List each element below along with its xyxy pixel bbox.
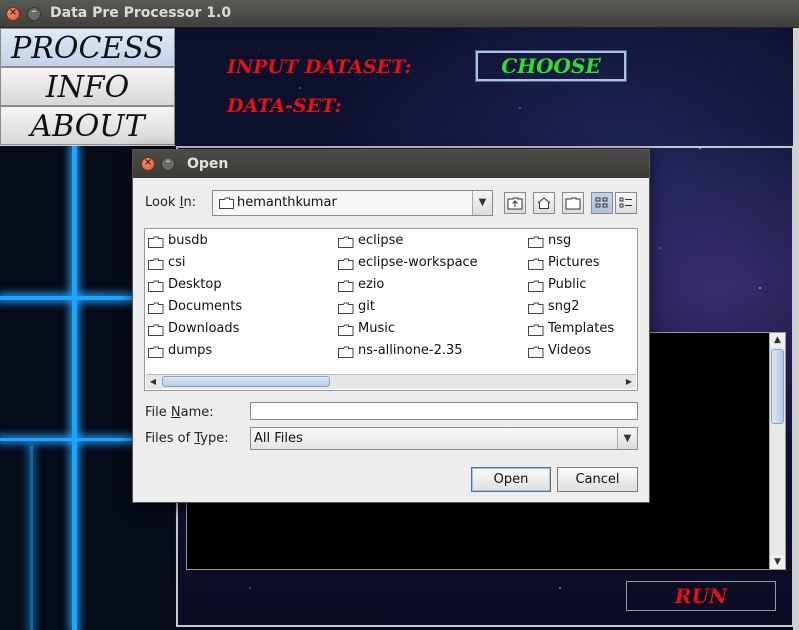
file-name: Documents: [168, 299, 243, 314]
input-dataset-label: INPUT DATASET:: [227, 56, 412, 78]
up-folder-icon[interactable]: [504, 192, 526, 214]
files-of-type-combobox[interactable]: All Files ▼: [250, 427, 638, 450]
folder-icon: [148, 258, 164, 274]
file-name: Templates: [548, 321, 615, 336]
dialog-title: Open: [187, 156, 229, 172]
folder-icon: [148, 302, 164, 318]
scroll-right-icon[interactable]: ▶: [622, 375, 636, 389]
folder-icon: [148, 236, 164, 252]
scrollbar-thumb[interactable]: [162, 376, 330, 387]
choose-button[interactable]: CHOOSE: [475, 50, 627, 82]
file-name: nsg: [548, 233, 572, 248]
folder-icon: [338, 258, 354, 274]
file-name: ezio: [358, 277, 385, 292]
file-name: eclipse: [358, 233, 404, 248]
files-of-type-label: Files of Type:: [145, 431, 229, 446]
home-icon[interactable]: [533, 192, 555, 214]
new-folder-icon[interactable]: [562, 192, 584, 214]
output-vertical-scrollbar[interactable]: ▲ ▼: [769, 333, 785, 569]
folder-icon: [148, 346, 164, 362]
scroll-left-icon[interactable]: ◀: [146, 375, 160, 389]
open-button[interactable]: Open: [471, 467, 551, 492]
file-name: git: [358, 299, 375, 314]
folder-icon: [338, 280, 354, 296]
cancel-button[interactable]: Cancel: [557, 467, 638, 492]
dialog-minimize-icon[interactable]: –: [161, 156, 175, 171]
file-name: Public: [548, 277, 587, 292]
folder-icon: [528, 302, 544, 318]
file-name: csi: [168, 255, 186, 270]
dialog-titlebar: × – Open: [133, 150, 649, 178]
look-in-label: Look In:: [145, 195, 197, 210]
files-of-type-value: All Files: [254, 431, 303, 446]
look-in-combobox[interactable]: hemanthkumar ▼: [212, 190, 493, 216]
scroll-up-icon[interactable]: ▲: [770, 333, 785, 347]
run-button[interactable]: RUN: [626, 581, 776, 611]
folder-icon: [338, 302, 354, 318]
chevron-down-icon[interactable]: ▼: [617, 428, 637, 449]
folder-icon: [528, 280, 544, 296]
process-button[interactable]: PROCESS: [0, 28, 175, 67]
folder-icon: [219, 197, 234, 209]
details-view-icon[interactable]: [615, 192, 637, 214]
scrollbar-thumb[interactable]: [771, 349, 784, 424]
minimize-icon[interactable]: –: [27, 6, 41, 21]
file-name: Downloads: [168, 321, 240, 336]
folder-icon: [148, 280, 164, 296]
folder-icon: [338, 236, 354, 252]
window-title: Data Pre Processor 1.0: [50, 5, 232, 21]
file-name: dumps: [168, 343, 213, 358]
folder-icon: [338, 324, 354, 340]
file-name: Desktop: [168, 277, 222, 292]
scroll-down-icon[interactable]: ▼: [770, 555, 785, 569]
close-icon[interactable]: ×: [6, 7, 20, 21]
dataset-label: DATA-SET:: [227, 95, 342, 117]
open-file-dialog: × – Open Look In: hemanthkumar ▼ Videos T…: [132, 149, 650, 503]
about-button[interactable]: ABOUT: [0, 106, 175, 145]
folder-icon: [528, 324, 544, 340]
file-name-input[interactable]: [250, 402, 638, 420]
window-titlebar: × – Data Pre Processor 1.0: [0, 0, 799, 28]
folder-icon: [528, 258, 544, 274]
file-list-horizontal-scrollbar[interactable]: ◀ ▶: [146, 374, 636, 389]
side-menu: PROCESS INFO ABOUT: [0, 28, 175, 146]
chevron-down-icon[interactable]: ▼: [472, 191, 492, 215]
folder-icon: [528, 236, 544, 252]
look-in-value: hemanthkumar: [237, 195, 337, 210]
file-name-label: File Name:: [145, 405, 214, 420]
file-name: sng2: [548, 299, 580, 314]
file-name: busdb: [168, 233, 208, 248]
window-right-edge: [793, 28, 799, 630]
file-list[interactable]: Videos Templates sng2 Public Pictures nsg ns-a…: [144, 228, 638, 391]
file-name: eclipse-workspace: [358, 255, 478, 270]
file-name: ns-allinone-2.35: [358, 343, 463, 358]
list-view-icon[interactable]: [591, 192, 613, 214]
dialog-close-icon[interactable]: ×: [141, 157, 155, 171]
file-name: Videos: [548, 343, 592, 358]
folder-icon: [148, 324, 164, 340]
file-name: Pictures: [548, 255, 600, 270]
info-button[interactable]: INFO: [0, 67, 175, 106]
file-name: Music: [358, 321, 395, 336]
folder-icon: [338, 346, 354, 362]
folder-icon: [528, 346, 544, 362]
